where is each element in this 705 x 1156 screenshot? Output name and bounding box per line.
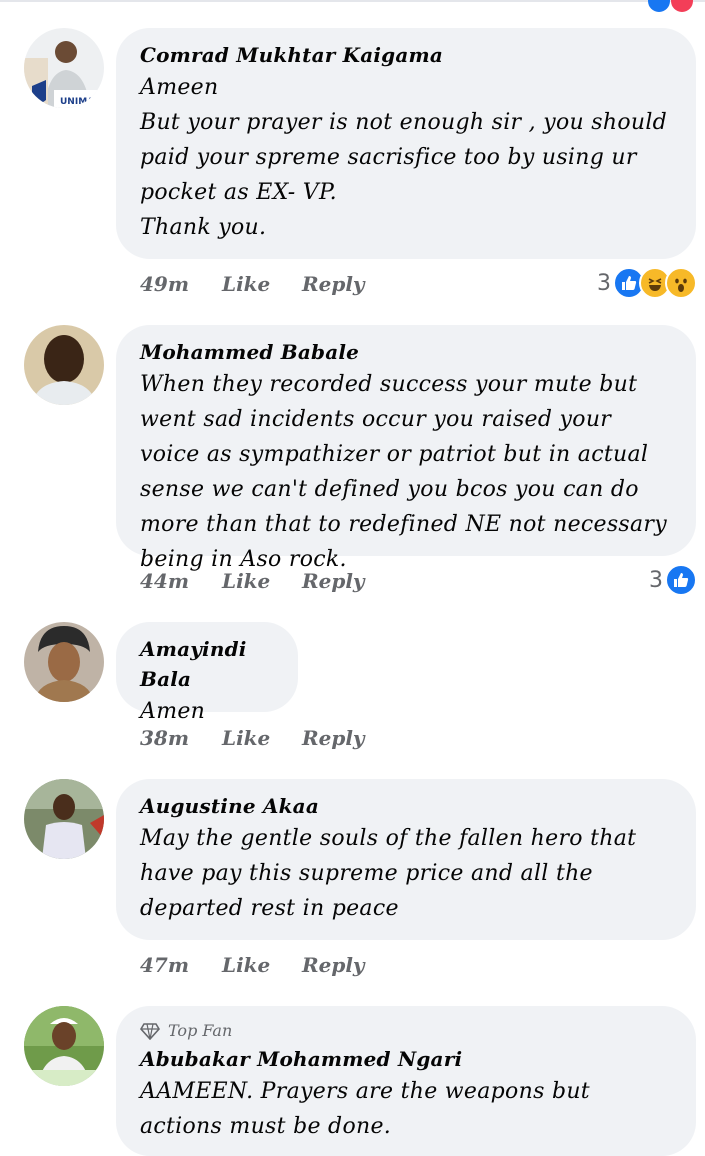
comment-actions: 47m Like Reply — [140, 953, 440, 983]
like-icon — [647, 0, 670, 12]
top-fan-badge: Top Fan — [140, 1018, 672, 1044]
like-button[interactable]: Like — [222, 569, 270, 593]
comment-time[interactable]: 47m — [140, 953, 189, 977]
comment-time[interactable]: 49m — [140, 272, 189, 296]
like-button[interactable]: Like — [222, 272, 270, 296]
avatar-caption: UNIMA — [60, 97, 94, 107]
reply-button[interactable]: Reply — [302, 953, 365, 977]
comment-actions: 49m Like Reply — [140, 272, 440, 302]
comment-bubble: Comrad Mukhtar Kaigama Ameen But your pr… — [116, 28, 696, 259]
comment-actions: 38m Like Reply — [140, 726, 440, 756]
reaction-count: 3 — [649, 567, 663, 593]
like-button[interactable]: Like — [222, 953, 270, 977]
profile-photo — [24, 1006, 104, 1086]
comment-author[interactable]: Abubakar Mohammed Ngari — [140, 1044, 672, 1074]
avatar[interactable]: UNIMA — [24, 28, 104, 108]
avatar[interactable] — [24, 325, 104, 405]
reply-button[interactable]: Reply — [302, 569, 365, 593]
comment-text: Amen — [140, 699, 206, 724]
profile-photo — [24, 622, 104, 702]
top-fan-label: Top Fan — [168, 1021, 233, 1040]
comment-text: When they recorded success your mute but… — [140, 372, 667, 572]
reply-button[interactable]: Reply — [302, 726, 365, 750]
reaction-summary[interactable]: 3 — [649, 563, 697, 597]
comment-time[interactable]: 44m — [140, 569, 189, 593]
reaction-summary[interactable]: 3 — [597, 266, 697, 300]
like-icon — [665, 564, 697, 596]
avatar[interactable] — [24, 622, 104, 702]
comment-bubble: Augustine Akaa May the gentle souls of t… — [116, 779, 696, 940]
love-icon — [671, 0, 693, 12]
avatar[interactable] — [24, 779, 104, 859]
comment-text: AAMEEN. Prayers are the weapons but acti… — [140, 1079, 590, 1139]
profile-photo: UNIMA — [24, 28, 104, 108]
comment-author[interactable]: Mohammed Babale — [140, 337, 672, 367]
comment-author[interactable]: Comrad Mukhtar Kaigama — [140, 40, 672, 70]
comment-author[interactable]: Amayindi Bala — [140, 634, 274, 694]
like-button[interactable]: Like — [222, 726, 270, 750]
diamond-icon — [140, 1023, 160, 1040]
avatar[interactable] — [24, 1006, 104, 1086]
comment-text: Ameen But your prayer is not enough sir … — [140, 75, 668, 240]
comment-text: May the gentle souls of the fallen hero … — [140, 826, 637, 921]
previous-comment-reactions — [647, 0, 693, 16]
comment-actions: 44m Like Reply — [140, 569, 440, 599]
wow-icon — [665, 267, 697, 299]
comment-author[interactable]: Augustine Akaa — [140, 791, 672, 821]
comment-bubble: Top Fan Abubakar Mohammed Ngari AAMEEN. … — [116, 1006, 696, 1156]
comment-time[interactable]: 38m — [140, 726, 189, 750]
comment-bubble: Mohammed Babale When they recorded succe… — [116, 325, 696, 572]
reaction-count: 3 — [597, 270, 611, 296]
comment-bubble: Amayindi Bala Amen — [116, 622, 298, 724]
profile-photo — [24, 779, 104, 859]
profile-photo — [24, 325, 104, 405]
top-divider — [0, 0, 705, 2]
reply-button[interactable]: Reply — [302, 272, 365, 296]
